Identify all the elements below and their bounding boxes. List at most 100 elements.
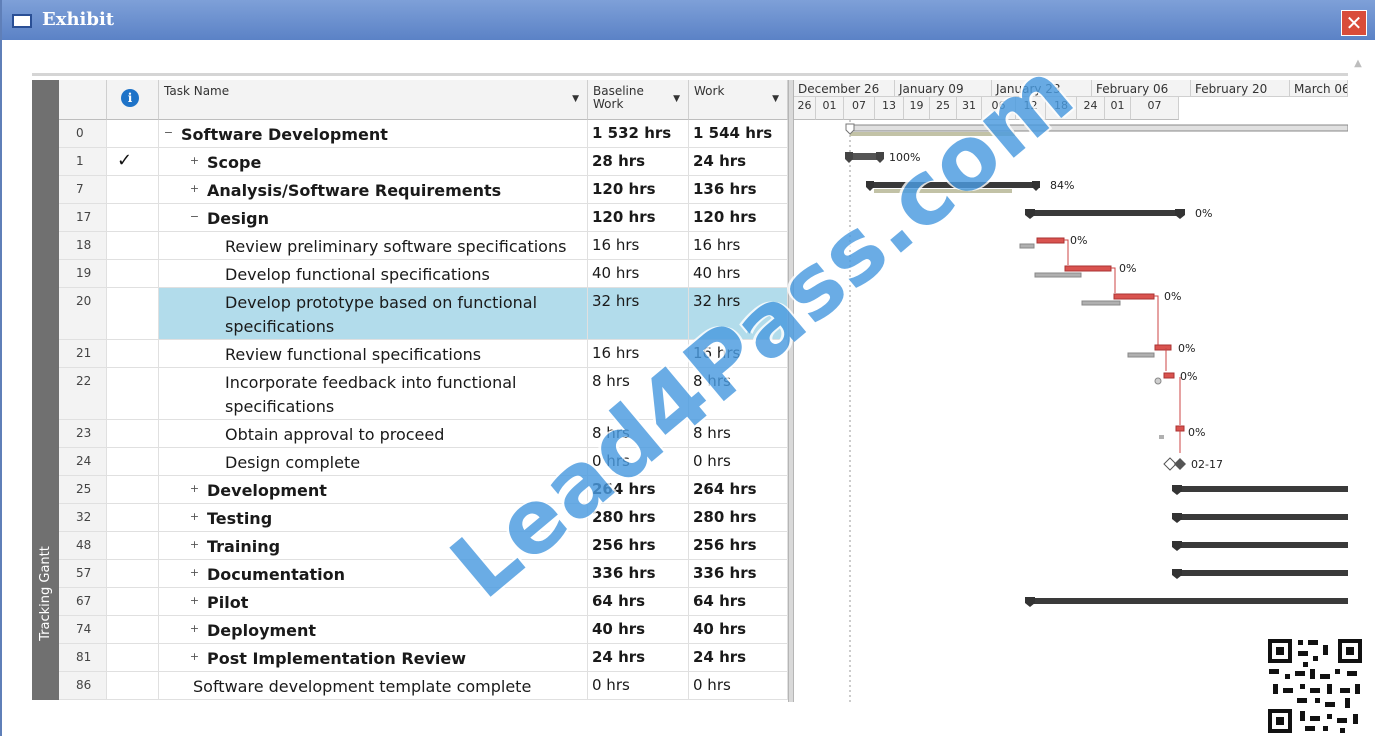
baseline-work-cell[interactable]: 336 hrs (588, 560, 689, 587)
expand-toggle-icon[interactable]: + (189, 483, 200, 494)
baseline-work-cell[interactable]: 40 hrs (588, 260, 689, 287)
task-name-cell[interactable]: Develop prototype based on functional sp… (159, 288, 588, 339)
task-name-cell[interactable]: + Analysis/Software Requirements (159, 176, 588, 203)
task-row[interactable]: 18 Review preliminary software specificat… (59, 232, 788, 260)
task-row[interactable]: 25 + Development 264 hrs 264 hrs (59, 476, 788, 504)
gantt-row-22: 0% (1154, 370, 1197, 425)
baseline-work-cell[interactable]: 16 hrs (588, 232, 689, 259)
task-name-cell[interactable]: Software development template complete (159, 672, 588, 699)
task-row[interactable]: 32 + Testing 280 hrs 280 hrs (59, 504, 788, 532)
t19-percent-label: 0% (1119, 262, 1136, 275)
indicator-cell (107, 260, 159, 287)
timescale-minor-tick: 19 (904, 97, 930, 120)
baseline-work-cell[interactable]: 24 hrs (588, 644, 689, 671)
work-cell[interactable]: 280 hrs (689, 504, 788, 531)
chevron-down-icon[interactable]: ▼ (772, 94, 779, 104)
indicator-cell (107, 616, 159, 643)
expand-toggle-icon[interactable]: + (189, 595, 200, 606)
timescale-minor-tick: 07 (844, 97, 875, 120)
work-cell[interactable]: 24 hrs (689, 148, 788, 175)
work-cell[interactable]: 0 hrs (689, 672, 788, 699)
indicator-cell (107, 204, 159, 231)
work-cell[interactable]: 24 hrs (689, 644, 788, 671)
window-title: Exhibit (42, 9, 115, 30)
id-column-header[interactable] (59, 80, 107, 120)
baseline-work-cell[interactable]: 64 hrs (588, 588, 689, 615)
indicator-cell (107, 560, 159, 587)
close-button[interactable]: ✕ (1341, 10, 1367, 36)
expand-toggle-icon[interactable]: + (189, 623, 200, 634)
task-row[interactable]: 86 Software development template complete… (59, 672, 788, 700)
expand-toggle-icon[interactable]: + (189, 511, 200, 522)
indicator-cell (107, 588, 159, 615)
t22-percent-label: 0% (1180, 370, 1197, 383)
task-name-cell[interactable]: Incorporate feedback into functional spe… (159, 368, 588, 419)
task-row[interactable]: 0− Software Development 1 532 hrs 1 544 hrs (59, 120, 788, 148)
indicator-cell: ✓ (107, 148, 159, 175)
task-name-cell[interactable]: Review preliminary software specificatio… (159, 232, 588, 259)
chevron-down-icon[interactable]: ▼ (572, 94, 579, 104)
task-name-cell[interactable]: − Design (159, 204, 588, 231)
chevron-down-icon[interactable]: ▼ (673, 94, 680, 104)
scroll-up-arrow-icon[interactable]: ▲ (1352, 58, 1364, 70)
work-cell[interactable]: 336 hrs (689, 560, 788, 587)
baseline-work-cell[interactable]: 1 532 hrs (588, 120, 689, 147)
task-id: 22 (59, 368, 107, 419)
work-column-header[interactable]: Work ▼ (689, 80, 788, 120)
task-name: Review functional specifications (225, 345, 482, 364)
baseline-work-column-header[interactable]: Baseline Work ▼ (588, 80, 689, 120)
work-cell[interactable]: 64 hrs (689, 588, 788, 615)
expand-toggle-icon[interactable]: + (189, 183, 200, 194)
task-name-cell[interactable]: − Software Development (159, 120, 588, 147)
checkmark-icon: ✓ (117, 150, 133, 171)
timescale-major-4: February 06 (1092, 80, 1191, 97)
baseline-work-cell[interactable]: 28 hrs (588, 148, 689, 175)
task-name: Scope (207, 153, 262, 172)
gantt-row-21: 0% (1127, 342, 1195, 371)
indicators-column-header[interactable]: i (107, 80, 159, 120)
expand-toggle-icon[interactable]: − (189, 211, 200, 222)
expand-toggle-icon[interactable]: + (189, 539, 200, 550)
baseline-work-cell[interactable]: 120 hrs (588, 176, 689, 203)
task-row[interactable]: 67 + Pilot 64 hrs 64 hrs (59, 588, 788, 616)
work-cell[interactable]: 136 hrs (689, 176, 788, 203)
task-name-cell[interactable]: Develop functional specifications (159, 260, 588, 287)
baseline-work-cell[interactable]: 120 hrs (588, 204, 689, 231)
task-row[interactable]: 48 + Training 256 hrs 256 hrs (59, 532, 788, 560)
view-bar[interactable]: Tracking Gantt (32, 80, 59, 700)
work-cell[interactable]: 40 hrs (689, 616, 788, 643)
work-cell[interactable]: 0 hrs (689, 448, 788, 475)
baseline-work-cell[interactable]: 32 hrs (588, 288, 689, 339)
task-id: 7 (59, 176, 107, 203)
task-name-cell[interactable]: + Post Implementation Review (159, 644, 588, 671)
task-row[interactable]: 1 ✓ + Scope 28 hrs 24 hrs (59, 148, 788, 176)
expand-toggle-icon[interactable]: + (189, 651, 200, 662)
task-row[interactable]: 17− Design 120 hrs 120 hrs (59, 204, 788, 232)
baseline-work-cell[interactable]: 0 hrs (588, 672, 689, 699)
work-cell[interactable]: 256 hrs (689, 532, 788, 559)
indicator-cell (107, 288, 159, 339)
expand-toggle-icon[interactable]: + (189, 155, 200, 166)
task-name-cell[interactable]: + Deployment (159, 616, 588, 643)
work-cell[interactable]: 120 hrs (689, 204, 788, 231)
gantt-row-32 (1172, 513, 1348, 523)
task-name-cell[interactable]: Obtain approval to proceed (159, 420, 588, 447)
gantt-row-67 (1025, 597, 1348, 607)
gantt-row-20: 0% (1081, 290, 1181, 345)
task-row[interactable]: 7 + Analysis/Software Requirements 120 hrs 1… (59, 176, 788, 204)
timescale-minor-tick: 13 (875, 97, 904, 120)
work-cell[interactable]: 264 hrs (689, 476, 788, 503)
expand-toggle-icon[interactable]: − (163, 127, 174, 138)
work-cell[interactable]: 1 544 hrs (689, 120, 788, 147)
baseline-work-cell[interactable]: 256 hrs (588, 532, 689, 559)
task-row[interactable]: 57 + Documentation 336 hrs 336 hrs (59, 560, 788, 588)
baseline-work-cell[interactable]: 40 hrs (588, 616, 689, 643)
expand-toggle-icon[interactable]: + (189, 567, 200, 578)
task-name-cell[interactable]: + Scope (159, 148, 588, 175)
task-name-cell[interactable]: Review functional specifications (159, 340, 588, 367)
task-row[interactable]: 19 Develop functional specifications 40 hr… (59, 260, 788, 288)
task-row[interactable]: 81 + Post Implementation Review 24 hrs 24 hr… (59, 644, 788, 672)
task-row[interactable]: 74 + Deployment 40 hrs 40 hrs (59, 616, 788, 644)
task-name-column-header[interactable]: Task Name ▼ (159, 80, 588, 120)
task-name: Obtain approval to proceed (225, 425, 445, 444)
